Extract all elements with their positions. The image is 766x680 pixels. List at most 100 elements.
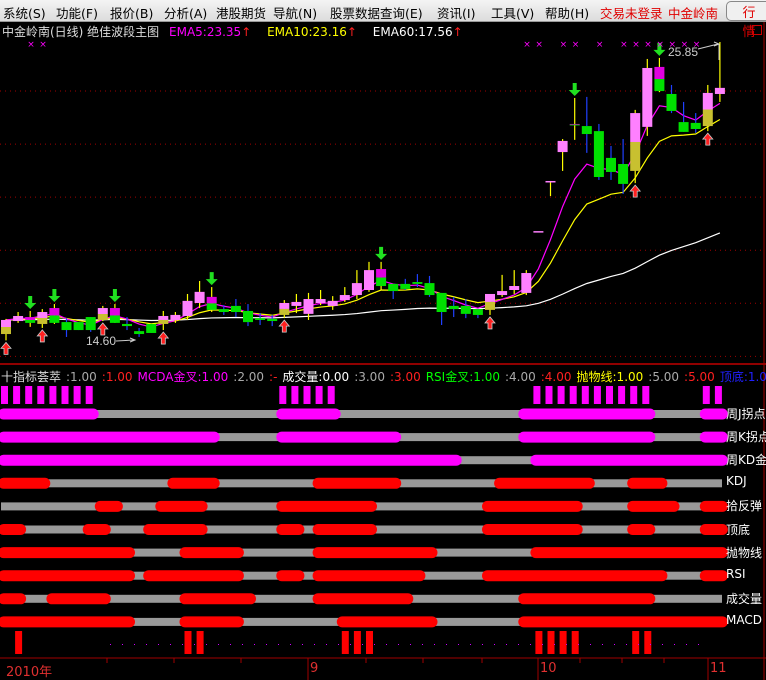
candle-body xyxy=(267,318,278,322)
signal-dot xyxy=(650,644,651,645)
signal-block xyxy=(279,386,287,404)
indicator-header-item: 抛物线:1.00 xyxy=(576,370,644,384)
signal-block xyxy=(714,386,722,404)
signal-bar xyxy=(559,631,567,654)
candle-body xyxy=(485,293,495,302)
signal-dot xyxy=(446,644,447,645)
candle-body xyxy=(122,323,132,327)
signal-block xyxy=(557,386,565,404)
candle-body xyxy=(364,270,374,290)
candle-body xyxy=(255,318,266,320)
candle-body xyxy=(545,180,556,183)
indicator-header-item: :2.00 xyxy=(233,370,265,384)
signal-bar xyxy=(632,631,640,654)
indicator-header-item: :3.00 xyxy=(354,370,385,384)
candle-body xyxy=(569,123,580,125)
signal-block xyxy=(702,386,710,404)
indicator-row-label: 顶底 xyxy=(726,522,751,537)
candle-body xyxy=(521,273,532,293)
signal-bar xyxy=(353,631,361,654)
candle-body xyxy=(97,314,108,320)
signal-dot xyxy=(182,644,183,645)
axis-year: 2010年 xyxy=(6,665,53,680)
signal-bar xyxy=(15,631,23,654)
indicator-segment xyxy=(482,500,583,512)
indicator-segment xyxy=(627,477,668,489)
candle-body xyxy=(630,141,641,171)
signal-dot xyxy=(590,644,591,645)
sell-arrow-icon xyxy=(375,246,388,260)
kline-chart[interactable]: × × × × × × × × × × × × × ×25.8514.60 xyxy=(0,0,766,680)
candle-body xyxy=(37,312,48,318)
indicator-segment xyxy=(0,547,135,559)
indicator-segment xyxy=(143,570,244,582)
candle-body xyxy=(230,305,241,313)
signal-block xyxy=(642,386,650,404)
signal-dot xyxy=(626,644,627,645)
signal-dot xyxy=(398,644,399,645)
buy-arrow-icon xyxy=(278,319,291,333)
signal-block xyxy=(37,386,45,404)
candle-body xyxy=(714,87,725,94)
high-price-label: 25.85 xyxy=(668,45,698,59)
signal-block xyxy=(581,386,589,404)
indicator-header-item: 十指标荟萃 xyxy=(1,370,62,384)
axis-month: 11 xyxy=(710,661,727,676)
indicator-header-item: :3.00 xyxy=(389,370,421,384)
indicator-segment xyxy=(46,593,111,605)
candle-body xyxy=(97,308,108,315)
indicator-segment xyxy=(0,616,135,628)
candle-body xyxy=(581,126,592,135)
indicator-row-label: KDJ xyxy=(726,474,747,489)
signal-bar xyxy=(341,631,349,654)
candle-body xyxy=(303,299,314,314)
indicator-segment xyxy=(312,547,438,559)
buy-arrow-icon xyxy=(157,331,170,345)
indicator-segment xyxy=(482,524,583,535)
indicator-segment xyxy=(155,500,208,512)
indicator-segment xyxy=(0,593,27,605)
low-pointer-icon xyxy=(115,337,137,343)
signal-block xyxy=(315,386,323,404)
indicator-segment xyxy=(530,454,728,466)
indicator-segment xyxy=(0,408,99,420)
indicator-segment xyxy=(518,408,656,420)
candle-body xyxy=(37,317,48,324)
indicator-header-item: :5.00 xyxy=(648,370,680,384)
buy-arrow-icon xyxy=(484,316,496,330)
signal-dot xyxy=(458,644,459,645)
signal-block xyxy=(606,386,613,404)
sell-arrow-icon xyxy=(568,82,581,96)
signal-block xyxy=(1,386,8,404)
candle-body xyxy=(327,300,338,306)
candle-body xyxy=(642,67,653,127)
signal-dot xyxy=(542,644,543,645)
axis-month: 10 xyxy=(540,661,557,676)
candle-body xyxy=(424,283,435,296)
candle-body xyxy=(472,309,483,315)
candle-body xyxy=(376,269,387,278)
indicator-segment xyxy=(312,570,426,582)
signal-dot xyxy=(410,644,411,645)
indicator-header-item: RSI金叉:1.00 xyxy=(425,370,500,384)
candle-body xyxy=(109,308,120,316)
signal-block xyxy=(618,386,626,404)
signal-bar xyxy=(547,631,555,654)
indicator-row-label: 拾反弹 xyxy=(726,499,763,514)
signal-block xyxy=(593,386,601,404)
signal-block xyxy=(533,386,541,404)
candle-body xyxy=(618,164,629,184)
candle-body xyxy=(218,309,229,313)
candle-body xyxy=(593,131,604,178)
candle-body xyxy=(606,157,616,172)
high-pointer-icon xyxy=(697,41,721,60)
candle-body xyxy=(73,322,84,331)
signal-dot xyxy=(482,644,483,645)
ema60-line xyxy=(5,232,721,322)
signal-block xyxy=(327,386,335,404)
sell-arrow-icon xyxy=(205,272,218,286)
candle-body xyxy=(25,319,36,323)
candle-body xyxy=(485,301,495,310)
indicator-segment xyxy=(276,500,377,512)
signal-dot xyxy=(314,644,315,645)
